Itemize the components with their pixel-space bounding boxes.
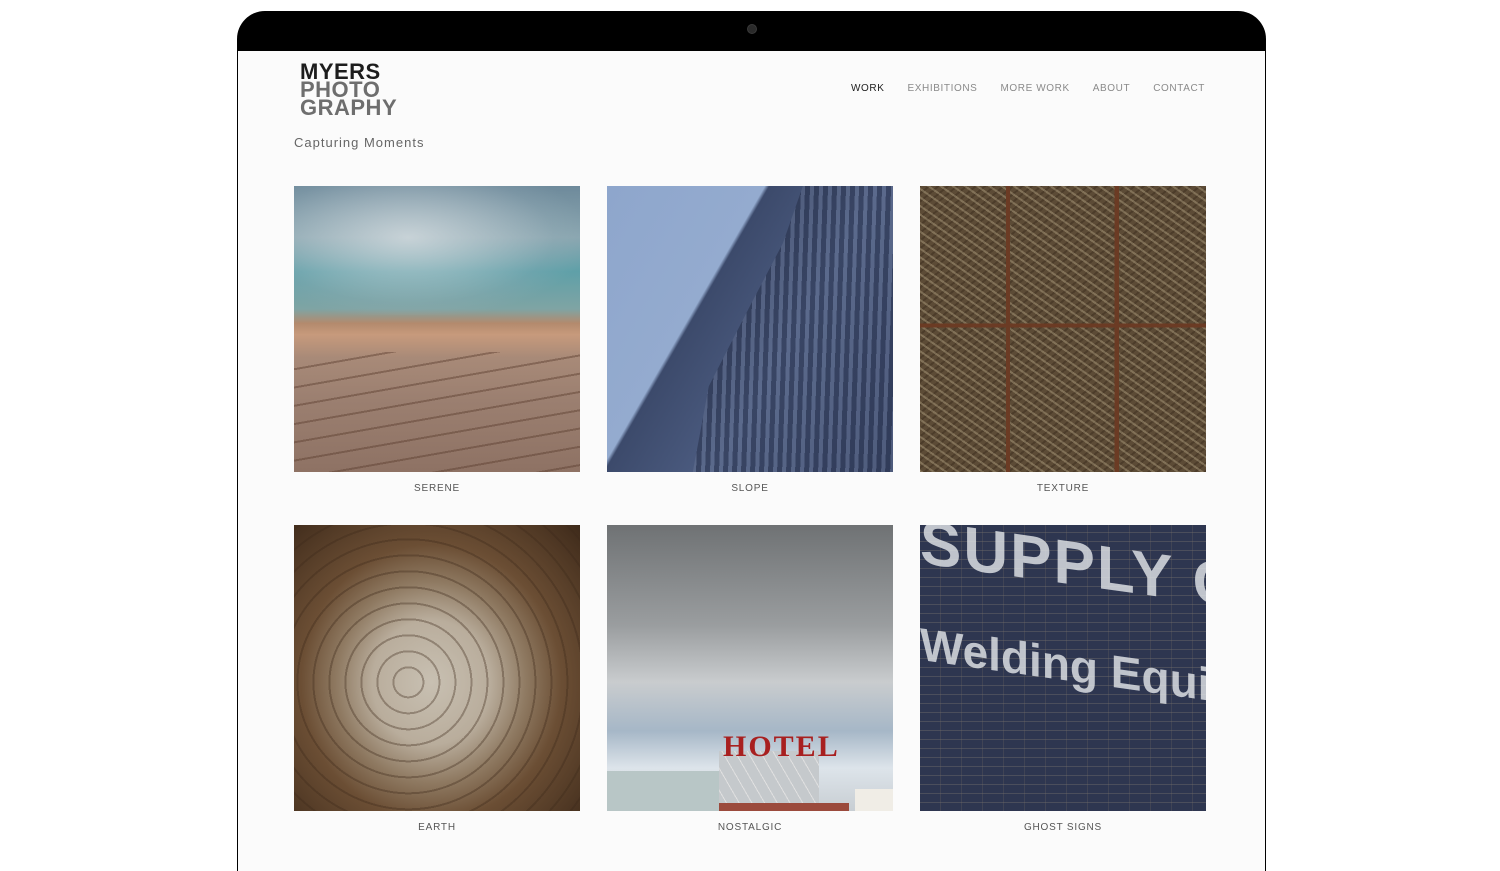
site-logo[interactable]: MYERS PHOTO GRAPHY — [300, 61, 410, 123]
camera-icon — [747, 24, 757, 34]
gallery-caption[interactable]: SLOPE — [607, 483, 893, 494]
nav-item-more-work[interactable]: MORE WORK — [1000, 83, 1069, 94]
gallery-item-serene[interactable]: SERENE — [294, 186, 580, 494]
nav-item-exhibitions[interactable]: EXHIBITIONS — [908, 83, 978, 94]
site-tagline: Capturing Moments — [294, 135, 425, 150]
nav-item-about[interactable]: ABOUT — [1093, 83, 1130, 94]
gallery-image-ghost-signs[interactable]: SUPPLY CO Welding Equipment — [920, 525, 1206, 811]
gallery-item-slope[interactable]: SLOPE — [607, 186, 893, 494]
gallery-item-ghost-signs[interactable]: SUPPLY CO Welding Equipment GHOST SIGNS — [920, 525, 1206, 833]
photo-painted-sign: Welding Equipment — [920, 617, 1206, 731]
photo-building — [855, 789, 893, 811]
gallery-image-slope[interactable] — [607, 186, 893, 472]
gallery-image-serene[interactable] — [294, 186, 580, 472]
gallery-caption[interactable]: NOSTALGIC — [607, 822, 893, 833]
main-nav: WORK EXHIBITIONS MORE WORK ABOUT CONTACT — [851, 83, 1205, 94]
photo-roof — [719, 803, 849, 811]
photo-painted-sign: SUPPLY CO — [920, 525, 1206, 629]
gallery-caption[interactable]: TEXTURE — [920, 483, 1206, 494]
gallery-image-texture[interactable] — [920, 186, 1206, 472]
nav-item-work[interactable]: WORK — [851, 83, 885, 94]
gallery-caption[interactable]: SERENE — [294, 483, 580, 494]
gallery-caption[interactable]: EARTH — [294, 822, 580, 833]
browser-screen: MYERS PHOTO GRAPHY WORK EXHIBITIONS MORE… — [238, 51, 1265, 871]
photo-building — [607, 771, 719, 811]
device-frame: MYERS PHOTO GRAPHY WORK EXHIBITIONS MORE… — [237, 11, 1266, 871]
gallery-item-nostalgic[interactable]: HOTEL NOSTALGIC — [607, 525, 893, 833]
photo-hotel-sign: HOTEL — [723, 730, 840, 763]
gallery-image-nostalgic[interactable]: HOTEL — [607, 525, 893, 811]
nav-item-contact[interactable]: CONTACT — [1153, 83, 1205, 94]
gallery-item-earth[interactable]: EARTH — [294, 525, 580, 833]
gallery-caption[interactable]: GHOST SIGNS — [920, 822, 1206, 833]
gallery-item-texture[interactable]: TEXTURE — [920, 186, 1206, 494]
gallery-image-earth[interactable] — [294, 525, 580, 811]
logo-line-3: GRAPHY — [300, 95, 398, 120]
